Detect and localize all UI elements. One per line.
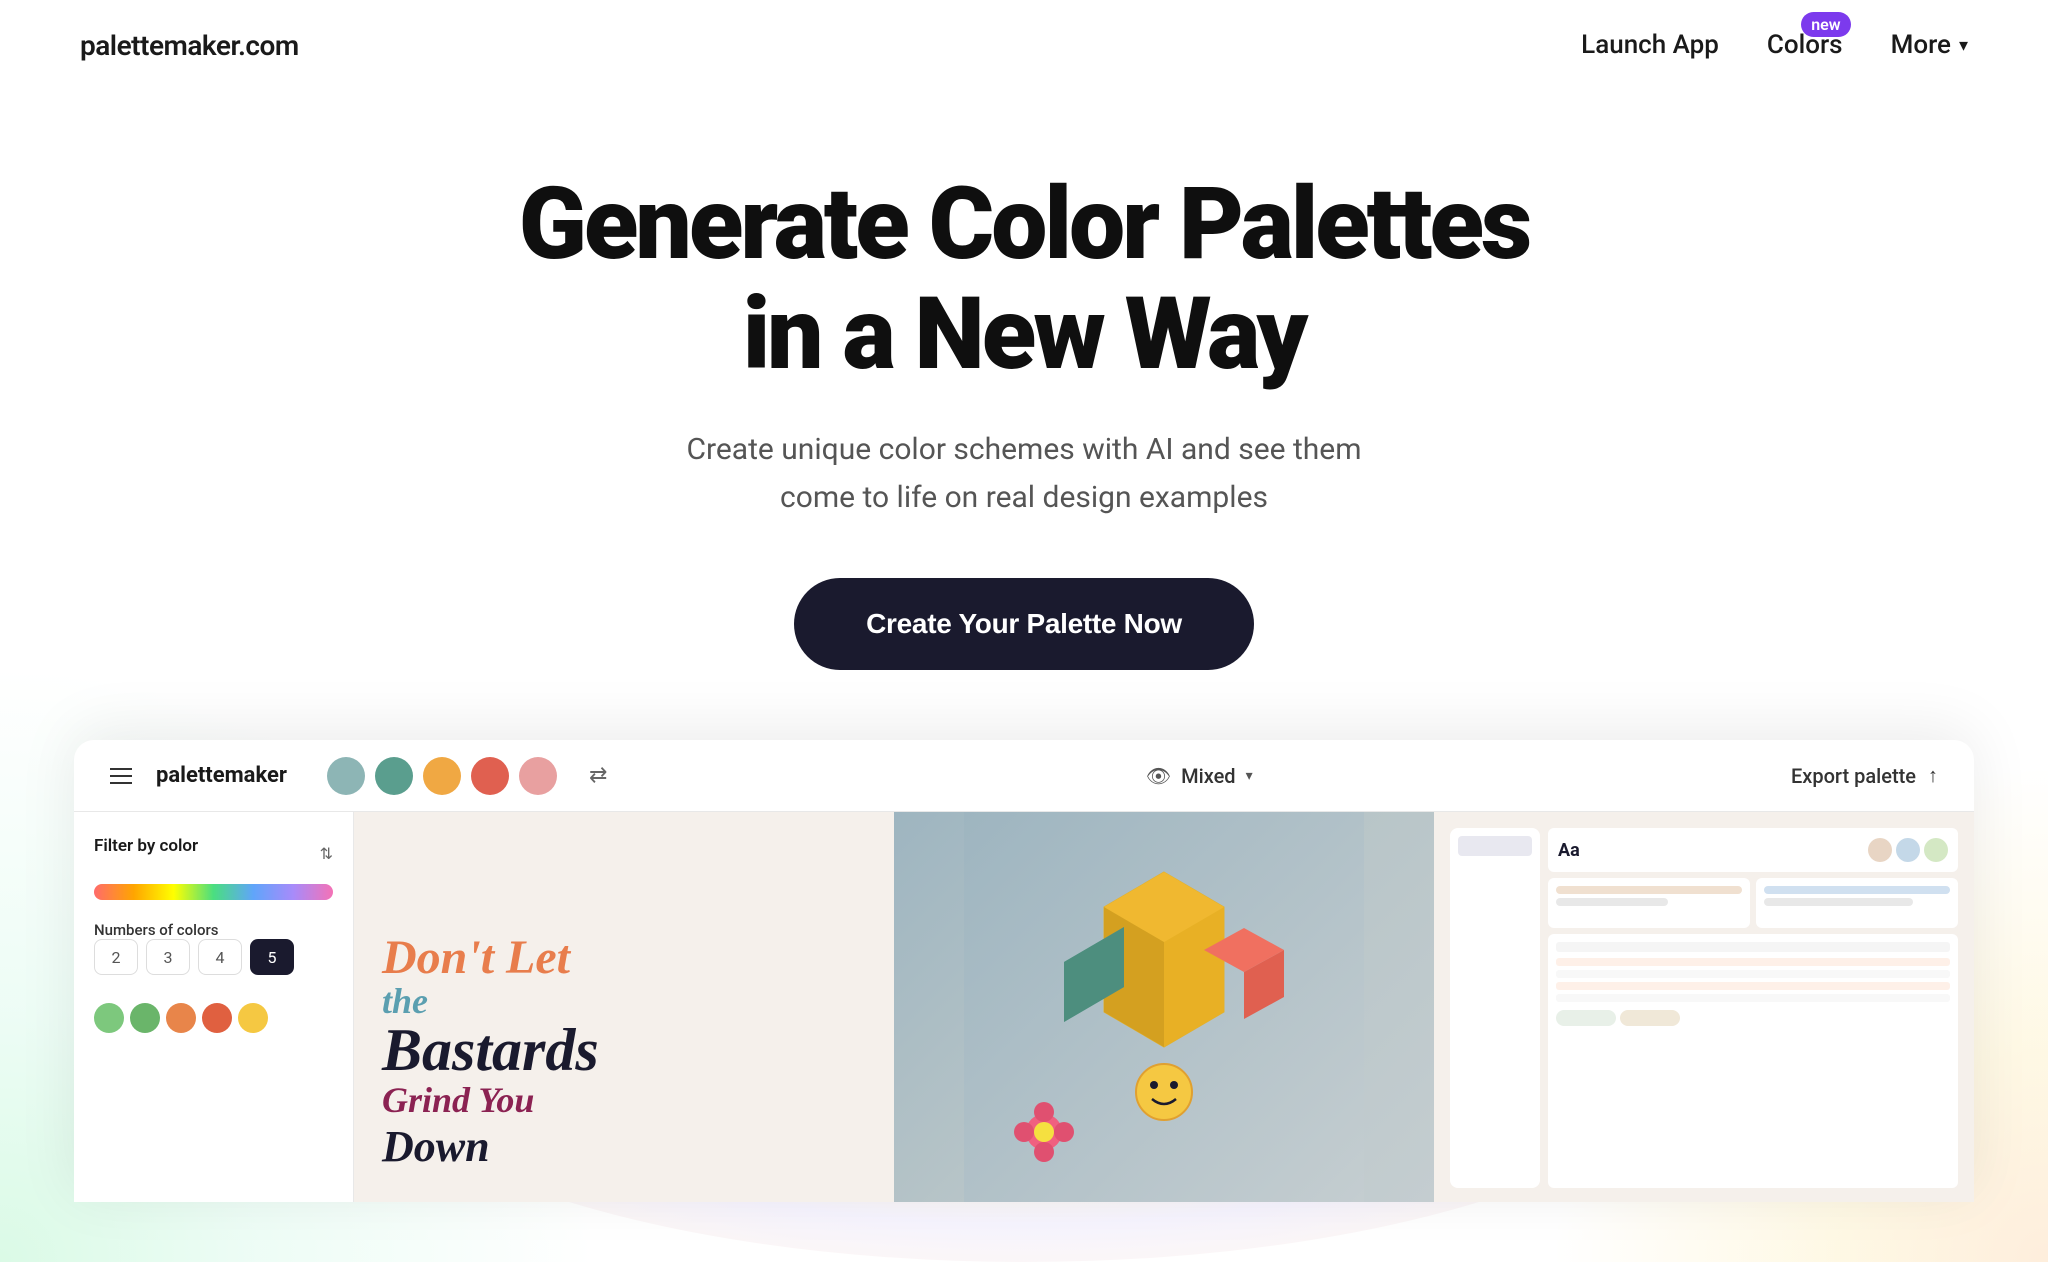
- more-nav-wrapper: More ▾: [1891, 30, 1968, 60]
- number-pill-4[interactable]: 4: [198, 939, 242, 975]
- number-pill-5[interactable]: 5: [250, 939, 294, 975]
- number-pill-3[interactable]: 3: [146, 939, 190, 975]
- navbar: palettemaker.com Launch App Colors new M…: [0, 0, 2048, 90]
- ui-table-row-1: [1556, 958, 1950, 966]
- ui-card-bar-3: [1764, 886, 1950, 894]
- create-palette-button[interactable]: Create Your Palette Now: [794, 578, 1254, 670]
- app-topbar-left: palettemaker ⇄: [110, 757, 607, 795]
- ui-sidebar-item-1: [1458, 864, 1532, 886]
- app-content: Filter by color ⇅ Numbers of colors 2 3 …: [74, 812, 1974, 1202]
- app-topbar-center: 👁 Mixed ▾: [1146, 764, 1253, 788]
- ui-mini-sidebar: [1450, 828, 1540, 1188]
- ui-card-2: [1756, 878, 1958, 928]
- navbar-right: Launch App Colors new More ▾: [1581, 30, 1968, 60]
- sidebar-circle-1: [94, 1003, 124, 1033]
- hero-title-line1: Generate Color Palettes: [519, 166, 1529, 283]
- ui-sidebar-item-3: [1458, 914, 1532, 936]
- eye-icon: 👁: [1146, 764, 1171, 788]
- typo-dont: Don't Let: [382, 934, 866, 982]
- ui-card-bar-2: [1556, 898, 1668, 906]
- ui-card-bar-1: [1556, 886, 1742, 894]
- app-sidebar: Filter by color ⇅ Numbers of colors 2 3 …: [74, 812, 354, 1202]
- number-pills: 2 3 4 5: [94, 939, 333, 975]
- shuffle-icon[interactable]: ⇄: [589, 763, 607, 788]
- ui-sidebar-item-5: [1458, 964, 1532, 986]
- ui-badge-2: [1620, 1010, 1680, 1026]
- sidebar-circle-3: [166, 1003, 196, 1033]
- hero-section: Generate Color Palettes in a New Way Cre…: [0, 90, 2048, 1262]
- upload-icon[interactable]: ↑: [1928, 763, 1938, 788]
- hero-title-line2: in a New Way: [743, 276, 1306, 393]
- sidebar-color-preview: [94, 1003, 333, 1033]
- ui-table-header: [1556, 942, 1950, 952]
- ui-title: Aa: [1558, 840, 1580, 861]
- app-preview: palettemaker ⇄ 👁 Mixed ▾ Export palette …: [74, 740, 1974, 1202]
- app-ui-preview: Aa: [1434, 812, 1974, 1202]
- ui-avatar-3: [1924, 838, 1948, 862]
- ui-layout: Aa: [1450, 828, 1958, 1188]
- ui-table-row-2: [1556, 970, 1950, 978]
- ui-sidebar-item-2: [1458, 889, 1532, 911]
- ui-card-1: [1548, 878, 1750, 928]
- site-logo[interactable]: palettemaker.com: [80, 29, 299, 62]
- color-dots: [327, 757, 557, 795]
- ui-header-row: Aa: [1548, 828, 1958, 872]
- new-badge: new: [1801, 12, 1850, 37]
- hero-title: Generate Color Palettes in a New Way: [519, 170, 1529, 390]
- chevron-down-icon: ▾: [1959, 35, 1968, 56]
- isometric-art: [894, 812, 1434, 1202]
- typo-bastards: Bastards: [382, 1022, 866, 1079]
- app-main-grid: Don't Let the Bastards Grind You Down: [354, 812, 1974, 1202]
- typo-down: Down: [382, 1121, 866, 1172]
- colors-nav-wrapper: Colors new: [1767, 30, 1843, 60]
- view-mode-chevron-icon: ▾: [1246, 768, 1253, 784]
- hamburger-icon[interactable]: [110, 768, 132, 784]
- ui-card-bar-4: [1764, 898, 1913, 906]
- ui-badge-1: [1556, 1010, 1616, 1026]
- color-dot-4[interactable]: [471, 757, 509, 795]
- ui-header-actions: [1868, 838, 1948, 862]
- preview-card-poster: Don't Let the Bastards Grind You Down: [354, 812, 894, 1202]
- ui-main-area: Aa: [1548, 828, 1958, 1188]
- filter-controls: Filter by color ⇅: [94, 836, 333, 870]
- ui-table-row-3: [1556, 982, 1950, 990]
- preview-card-app-ui: Aa: [1434, 812, 1974, 1202]
- ui-table-area: [1548, 934, 1958, 1188]
- more-link[interactable]: More: [1891, 30, 1951, 60]
- app-topbar: palettemaker ⇄ 👁 Mixed ▾ Export palette …: [74, 740, 1974, 812]
- ui-avatar-1: [1868, 838, 1892, 862]
- color-spectrum-bar: [94, 884, 333, 900]
- export-palette-label[interactable]: Export palette: [1791, 764, 1916, 788]
- view-mode-label[interactable]: Mixed: [1181, 764, 1235, 788]
- ui-avatar-2: [1896, 838, 1920, 862]
- sidebar-circle-4: [202, 1003, 232, 1033]
- ui-table-row-4: [1556, 994, 1950, 1002]
- launch-app-link[interactable]: Launch App: [1581, 30, 1719, 60]
- preview-card-isometric: [894, 812, 1434, 1202]
- isometric-svg: [894, 812, 1434, 1202]
- ui-sidebar-header: [1458, 836, 1532, 856]
- ui-sidebar-item-4: [1458, 939, 1532, 961]
- color-dot-2[interactable]: [375, 757, 413, 795]
- filter-by-color-label: Filter by color: [94, 836, 198, 856]
- app-logo-text: palettemaker: [156, 763, 287, 788]
- sidebar-circle-2: [130, 1003, 160, 1033]
- color-dot-1[interactable]: [327, 757, 365, 795]
- sidebar-circle-5: [238, 1003, 268, 1033]
- hero-subtitle: Create unique color schemes with AI and …: [674, 426, 1374, 522]
- ui-badge-row: [1556, 1010, 1950, 1026]
- color-dot-5[interactable]: [519, 757, 557, 795]
- number-pill-2[interactable]: 2: [94, 939, 138, 975]
- numbers-of-colors-label: Numbers of colors: [94, 921, 219, 939]
- filter-icon[interactable]: ⇅: [320, 844, 333, 863]
- typo-grind: Grind You: [382, 1079, 866, 1121]
- typography-preview: Don't Let the Bastards Grind You Down: [354, 904, 894, 1202]
- ui-content-row-1: [1548, 878, 1958, 928]
- color-dot-3[interactable]: [423, 757, 461, 795]
- app-topbar-right: Export palette ↑: [1791, 763, 1938, 788]
